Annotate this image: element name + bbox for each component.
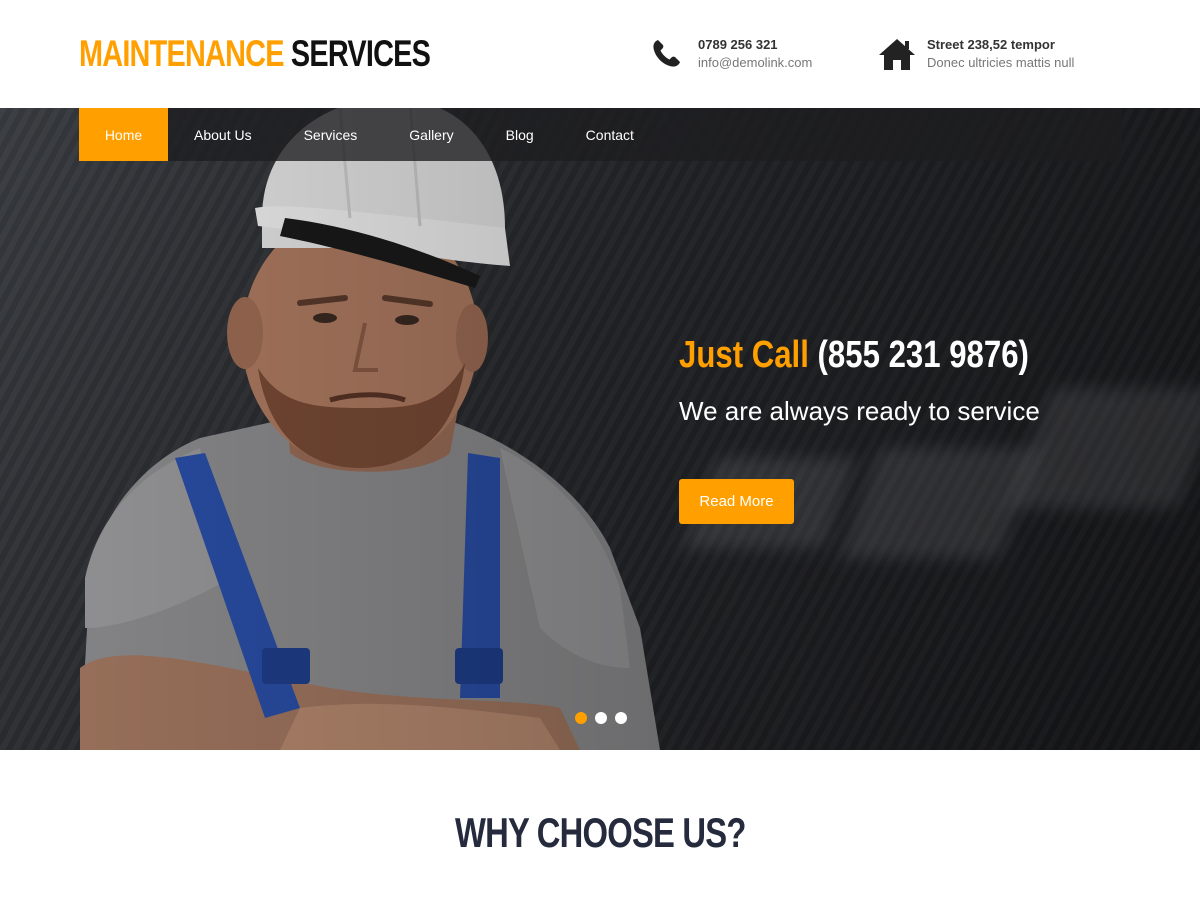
logo-accent-text: MAINTENANCE xyxy=(79,33,284,74)
slider-dot-2[interactable] xyxy=(595,712,607,724)
site-header: MAINTENANCE SERVICES 0789 256 321 info@d… xyxy=(0,0,1200,108)
nav-item-contact[interactable]: Contact xyxy=(560,108,660,161)
logo-dark-text: SERVICES xyxy=(290,33,431,74)
header-phone-number[interactable]: 0789 256 321 xyxy=(698,36,812,54)
header-address-block: Street 238,52 tempor Donec ultricies mat… xyxy=(877,36,1074,72)
header-email[interactable]: info@demolink.com xyxy=(698,54,812,72)
section-title: WHY CHOOSE US? xyxy=(0,810,1200,856)
phone-icon xyxy=(648,36,684,72)
header-address-line1: Street 238,52 tempor xyxy=(927,37,1055,52)
header-address-line2: Donec ultricies mattis null xyxy=(927,55,1075,70)
hero-slider: Home About Us Services Gallery Blog Cont… xyxy=(0,108,1200,750)
home-icon xyxy=(877,36,917,72)
main-navigation: Home About Us Services Gallery Blog Cont… xyxy=(79,108,1122,161)
why-choose-us-section: WHY CHOOSE US? xyxy=(0,750,1200,900)
header-phone-block: 0789 256 321 info@demolink.com xyxy=(648,36,812,72)
slider-pagination xyxy=(575,712,627,724)
slider-dot-1[interactable] xyxy=(575,712,587,724)
nav-item-gallery[interactable]: Gallery xyxy=(383,108,479,161)
site-logo[interactable]: MAINTENANCE SERVICES xyxy=(79,33,431,75)
nav-item-services[interactable]: Services xyxy=(278,108,384,161)
hero-title-accent: Just Call xyxy=(679,334,809,376)
section-title-text: WHY CHOOSE US? xyxy=(454,809,746,856)
read-more-button[interactable]: Read More xyxy=(679,479,794,524)
hero-title-phone: (855 231 9876) xyxy=(817,334,1029,376)
nav-item-home[interactable]: Home xyxy=(79,108,168,161)
slider-dot-3[interactable] xyxy=(615,712,627,724)
nav-item-about-us[interactable]: About Us xyxy=(168,108,278,161)
hero-overlay xyxy=(0,108,1200,750)
nav-item-blog[interactable]: Blog xyxy=(480,108,560,161)
hero-title: Just Call (855 231 9876) xyxy=(679,333,1029,377)
hero-subtitle: We are always ready to service xyxy=(679,396,1040,426)
